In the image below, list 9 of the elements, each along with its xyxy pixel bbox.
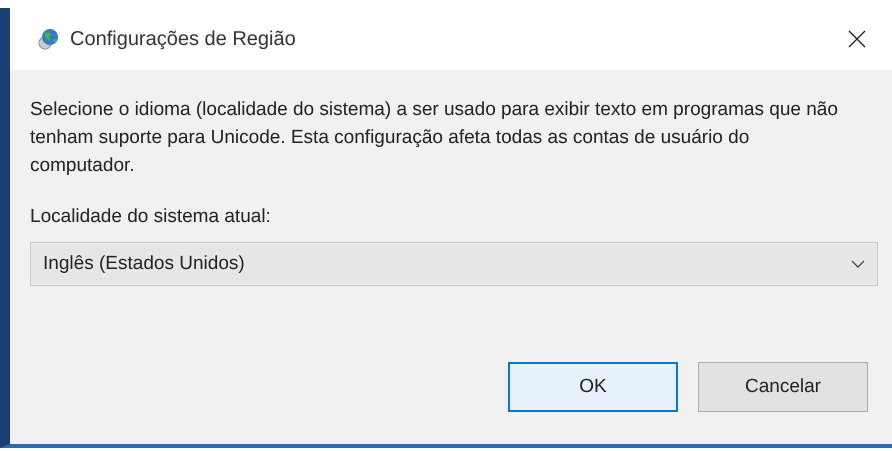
dialog-button[interactable]: OK (508, 362, 678, 412)
locale-dropdown[interactable]: Inglês (Estados Unidos) (30, 242, 878, 286)
dialog-button[interactable]: Cancelar (698, 362, 868, 412)
close-icon (848, 30, 866, 48)
locale-label: Localidade do sistema atual: (30, 206, 272, 228)
chevron-icon (851, 260, 865, 268)
globe-icon (36, 27, 60, 51)
window-title: Configurações de Região (70, 28, 296, 50)
description-text: Selecione o idioma (localidade do sistema) a ser usado para exibir texto em programas que não tenham suporte para Unicode. Esta configuração afeta todas as contas de usuário do computador. (30, 98, 839, 178)
